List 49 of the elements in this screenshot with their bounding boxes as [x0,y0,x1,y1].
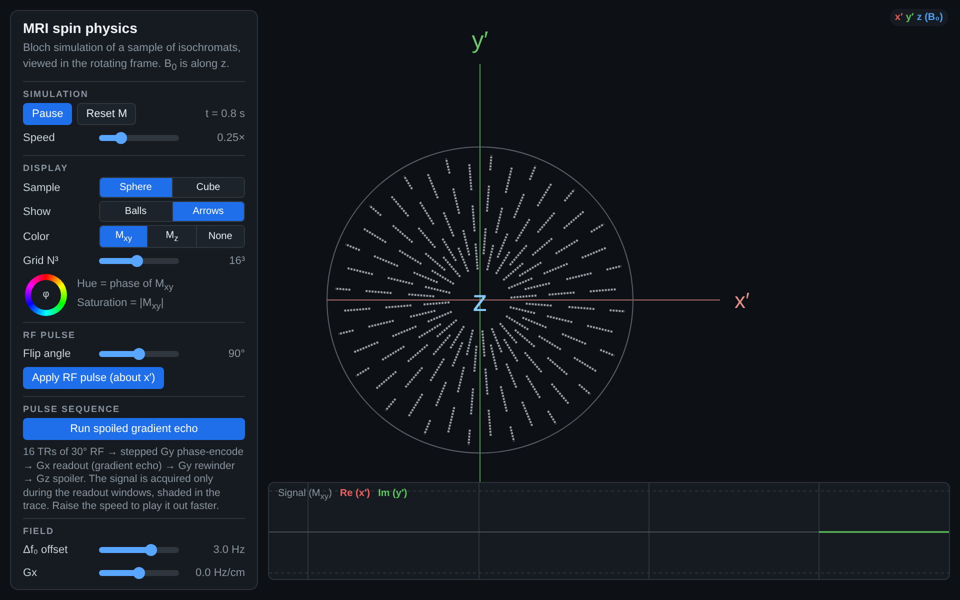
section-heading: RF PULSE [23,330,77,340]
slider-value: 3.0 Hz [213,544,245,556]
option-label: Show [23,206,52,218]
slider[interactable] [99,258,179,264]
signal-title: Signal (M$_{xy}$) [278,488,332,501]
slider-value: 0.0 Hz/cm [195,566,245,579]
panel-description: Bloch simulation of a sample of isochromats, viewed in the rotating frame. B$_{0}$ is along z. [23,41,242,74]
segment-option[interactable]: Cube [172,178,244,198]
segment-option[interactable]: M$_{z}$ [147,226,196,248]
slider-label: Speed [23,132,56,144]
panel-title: MRI spin physics [23,20,138,36]
segment-option[interactable]: Balls [100,202,172,222]
sequence-description: 16 TRs of 30° RF → stepped Gy phase-encode → Gx readout (gradient echo) → Gy rewinder → Gz spoiler. The signal is acquired only during the readout windows, shaded in the trace. Raise the speed to play it out faster. [23,446,245,514]
run-sequence-button[interactable]: Run spoiled gradient echo [23,418,245,440]
axis-label: x′ [734,288,750,313]
segment-option[interactable]: Arrows [172,202,244,222]
section-heading: PULSE SEQUENCE [23,404,122,414]
segment-option[interactable]: None [196,226,244,248]
option-label: Color [23,230,50,243]
option-label: Sample [23,182,62,194]
slider[interactable] [99,351,179,358]
slider[interactable] [99,546,179,553]
phase-symbol: φ [31,280,61,310]
series-label: Im (y′) [378,488,408,501]
section-heading: FIELD [23,526,55,536]
segment-option[interactable]: M$_{xy}$ [100,226,148,248]
slider-label: Gx [23,566,38,579]
legend-item: y′ [906,12,914,23]
slider-label: Δf₀ offset [23,544,69,556]
action-button[interactable]: Reset M [77,103,136,126]
axis-label: y′ [472,27,488,54]
slider-value: 16³ [229,255,245,268]
apply-pulse-button[interactable]: Apply RF pulse (about x′) [23,367,164,390]
section-heading: DISPLAY [23,163,70,174]
slider-label: Flip angle [23,348,72,360]
series-label: Re (x′) [340,488,370,501]
color-legend-text: Saturation = |M$_{xy}$| [77,296,165,314]
legend-item: x′ [894,12,903,23]
slider-value: 0.25× [217,132,245,144]
color-legend-text: Hue = phase of M$_{xy}$ [77,277,174,294]
section-heading: SIMULATION [23,89,90,100]
slider-value: 90° [228,348,245,360]
slider[interactable] [99,135,179,142]
time-readout: t = 0.8 s [206,108,245,120]
slider[interactable] [99,570,179,576]
slider-label: Grid N³ [23,255,60,268]
legend-item: z (B₀) [916,12,943,23]
action-button[interactable]: Pause [23,103,72,126]
segment-option[interactable]: Sphere [100,178,172,198]
